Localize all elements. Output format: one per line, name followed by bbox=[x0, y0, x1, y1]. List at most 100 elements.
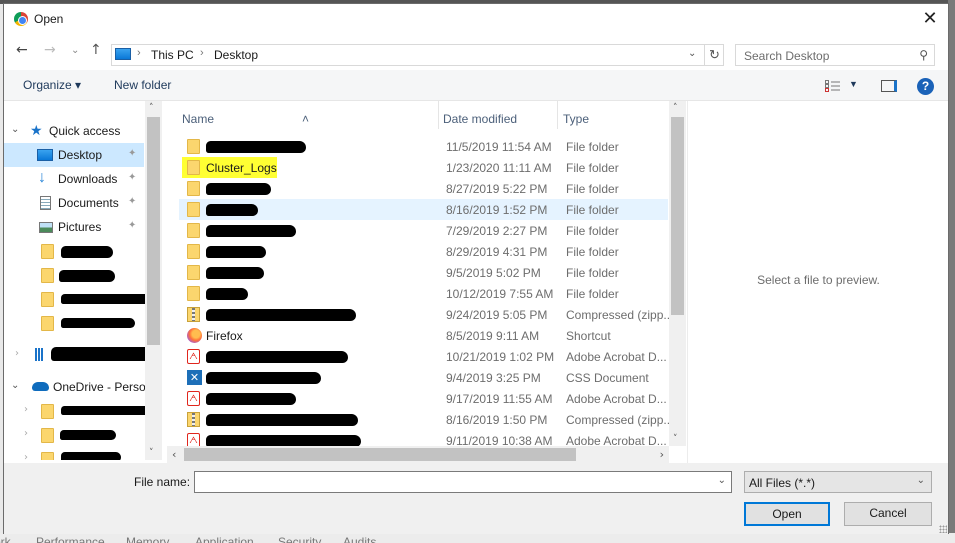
horizontal-scroll-thumb[interactable] bbox=[184, 448, 576, 461]
file-row[interactable]: Firefox 8/5/2019 9:11 AM Shortcut bbox=[179, 325, 668, 346]
file-row[interactable]: 8/29/2019 4:31 PM File folder bbox=[179, 241, 668, 262]
file-row[interactable]: 9/24/2019 5:05 PM Compressed (zipp... bbox=[179, 304, 669, 325]
breadcrumb-desktop[interactable]: Desktop bbox=[214, 48, 258, 62]
this-pc-icon bbox=[115, 48, 131, 60]
download-icon: ↓ bbox=[38, 169, 46, 186]
file-row[interactable]: ᗅ 9/11/2019 10:38 AM Adobe Acrobat D... bbox=[179, 430, 668, 446]
address-bar[interactable]: › This PC › Desktop ⌄ ↻ bbox=[111, 44, 724, 66]
scroll-up-arrow[interactable]: ˄ bbox=[149, 103, 154, 113]
breadcrumb-this-pc[interactable]: This PC bbox=[151, 48, 194, 62]
file-row[interactable]: 10/12/2019 7:55 AM File folder bbox=[179, 283, 668, 304]
sidebar-item-redacted-folder[interactable] bbox=[4, 239, 144, 263]
folder-icon bbox=[41, 316, 54, 331]
help-icon[interactable]: ? bbox=[917, 78, 934, 95]
search-input[interactable]: Search Desktop ⚲ bbox=[735, 44, 935, 66]
new-folder-button[interactable]: New folder bbox=[114, 78, 171, 92]
preview-pane-icon[interactable] bbox=[881, 80, 897, 92]
refresh-button[interactable]: ↻ bbox=[704, 45, 724, 65]
forward-button[interactable]: → bbox=[44, 42, 56, 58]
redacted-label bbox=[61, 406, 151, 415]
sidebar-item-quick-access[interactable]: ⌄ ★ Quick access bbox=[4, 119, 144, 143]
column-header-type[interactable]: Type bbox=[563, 112, 589, 126]
redacted-file-name bbox=[206, 141, 306, 153]
scroll-down-arrow[interactable]: ˅ bbox=[149, 448, 154, 458]
file-row[interactable]: ᗅ 9/17/2019 11:55 AM Adobe Acrobat D... bbox=[179, 388, 668, 409]
sidebar-item-redacted-network[interactable]: › bbox=[4, 343, 156, 367]
scroll-down-arrow[interactable]: ˅ bbox=[673, 434, 678, 444]
file-row[interactable]: 8/27/2019 5:22 PM File folder bbox=[179, 178, 668, 199]
view-dropdown-icon[interactable]: ▼ bbox=[849, 79, 858, 89]
column-header-name[interactable]: Name bbox=[182, 112, 214, 126]
sidebar-item-downloads[interactable]: ↓ Downloads ✦ bbox=[4, 167, 144, 191]
file-row[interactable]: 11/5/2019 11:54 AM File folder bbox=[179, 136, 668, 157]
sidebar-item-onedrive[interactable]: ⌄ OneDrive - Persor bbox=[4, 375, 150, 399]
vertical-scroll-thumb[interactable] bbox=[671, 117, 684, 315]
search-icon[interactable]: ⚲ bbox=[919, 48, 928, 62]
column-header-date[interactable]: Date modified bbox=[443, 112, 517, 126]
organize-button[interactable]: Organize ▾ bbox=[23, 78, 81, 92]
sidebar-item-documents[interactable]: Documents ✦ bbox=[4, 191, 144, 215]
preview-pane: Select a file to preview. bbox=[687, 101, 949, 463]
scroll-left-arrow[interactable]: ‹ bbox=[172, 448, 176, 461]
redacted-label bbox=[61, 318, 135, 328]
file-date: 11/5/2019 11:54 AM bbox=[446, 140, 552, 154]
chevron-down-icon[interactable]: ⌄ bbox=[718, 475, 726, 486]
file-list-horizontal-scrollbar[interactable]: ‹ › bbox=[167, 446, 669, 463]
command-toolbar: Organize ▾ New folder ▼ ? bbox=[4, 70, 948, 101]
scroll-right-arrow[interactable]: › bbox=[660, 448, 664, 461]
file-row[interactable]: 9/5/2019 5:02 PM File folder bbox=[179, 262, 668, 283]
sidebar-scroll-thumb[interactable] bbox=[147, 117, 160, 345]
file-row[interactable]: 8/16/2019 1:52 PM File folder bbox=[179, 199, 668, 220]
open-button[interactable]: Open bbox=[744, 502, 830, 526]
file-list-vertical-scrollbar[interactable]: ˄ ˅ bbox=[669, 101, 686, 446]
file-name-input[interactable]: ⌄ bbox=[194, 471, 732, 493]
file-name: Cluster_Logs bbox=[206, 161, 277, 175]
sidebar-item-redacted-folder[interactable]: › bbox=[4, 447, 144, 460]
chevron-right-icon[interactable]: › bbox=[24, 428, 28, 439]
chevron-right-icon[interactable]: › bbox=[24, 452, 28, 460]
file-row[interactable]: Cluster_Logs 1/23/2020 11:11 AM File folde… bbox=[179, 157, 668, 178]
chevron-right-icon[interactable]: › bbox=[24, 404, 28, 415]
sidebar-item-redacted-folder[interactable] bbox=[4, 287, 155, 311]
sidebar-item-desktop[interactable]: Desktop ✦ bbox=[4, 143, 144, 167]
folder-icon bbox=[187, 265, 200, 280]
sidebar-item-redacted-folder[interactable] bbox=[4, 263, 144, 287]
chevron-down-icon[interactable]: ⌄ bbox=[11, 380, 19, 391]
file-type: Adobe Acrobat D... bbox=[566, 350, 667, 364]
folder-icon bbox=[187, 286, 200, 301]
dialog-title: Open bbox=[34, 12, 64, 26]
file-row[interactable]: ᗅ 10/21/2019 1:02 PM Adobe Acrobat D... bbox=[179, 346, 668, 367]
sidebar-item-pictures[interactable]: Pictures ✦ bbox=[4, 215, 144, 239]
file-row[interactable]: 7/29/2019 2:27 PM File folder bbox=[179, 220, 668, 241]
resize-grip[interactable] bbox=[939, 525, 947, 533]
file-type: File folder bbox=[566, 245, 619, 259]
sidebar-item-redacted-folder[interactable]: › bbox=[4, 423, 144, 447]
sidebar-scrollbar[interactable]: ˄ ˅ bbox=[145, 101, 162, 460]
chevron-right-icon[interactable]: › bbox=[15, 348, 19, 359]
back-button[interactable]: ← bbox=[16, 42, 28, 58]
chevron-down-icon[interactable]: ⌄ bbox=[11, 124, 19, 135]
folder-icon bbox=[187, 202, 200, 217]
sidebar-item-redacted-folder[interactable] bbox=[4, 311, 144, 335]
sort-ascending-icon: ˄ bbox=[302, 112, 310, 126]
sidebar-item-redacted-folder[interactable]: › bbox=[4, 399, 151, 423]
desktop-icon bbox=[37, 149, 53, 161]
recent-locations-button[interactable]: ⌄ bbox=[71, 45, 79, 56]
address-dropdown-icon[interactable]: ⌄ bbox=[688, 48, 696, 59]
file-row[interactable]: ✕ 9/4/2019 3:25 PM CSS Document bbox=[179, 367, 668, 388]
file-date: 8/29/2019 4:31 PM bbox=[446, 245, 548, 259]
column-divider[interactable] bbox=[557, 101, 558, 129]
column-divider[interactable] bbox=[438, 101, 439, 129]
file-row[interactable]: 8/16/2019 1:50 PM Compressed (zipp... bbox=[179, 409, 669, 430]
cancel-button[interactable]: Cancel bbox=[844, 502, 932, 526]
redacted-label bbox=[61, 246, 113, 258]
file-date: 9/4/2019 3:25 PM bbox=[446, 371, 541, 385]
view-options-icon[interactable] bbox=[825, 80, 841, 92]
scroll-up-arrow[interactable]: ˄ bbox=[673, 103, 678, 113]
file-type-select[interactable]: All Files (*.*) ⌄ bbox=[744, 471, 932, 493]
close-button[interactable]: ✕ bbox=[918, 8, 942, 30]
up-button[interactable]: ↑ bbox=[90, 42, 102, 58]
file-date: 10/21/2019 1:02 PM bbox=[446, 350, 555, 364]
zip-icon bbox=[187, 412, 200, 427]
redacted-file-name bbox=[206, 435, 361, 446]
